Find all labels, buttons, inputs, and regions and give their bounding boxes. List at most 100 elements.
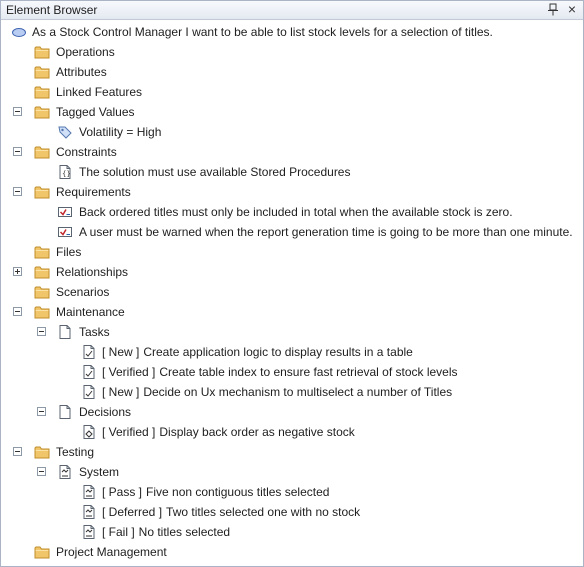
test-document-icon: [81, 504, 97, 520]
element-browser-panel: Element Browser × As a Stock Control Man…: [0, 0, 584, 567]
tree-item-linked-features[interactable]: Linked Features: [1, 82, 583, 102]
tree-item-operations[interactable]: Operations: [1, 42, 583, 62]
tree-item-label: [ Fail ] No titles selected: [102, 525, 230, 539]
status-tag: [ Fail ]: [102, 525, 135, 539]
collapse-toggle[interactable]: [37, 467, 46, 476]
tree-item-requirement[interactable]: Back ordered titles must only be include…: [1, 202, 583, 222]
tree-item-label: Volatility = High: [79, 125, 162, 139]
tree-item-constraint[interactable]: {} The solution must use available Store…: [1, 162, 583, 182]
collapse-toggle[interactable]: [13, 187, 22, 196]
close-icon[interactable]: ×: [568, 1, 576, 17]
expand-toggle[interactable]: [13, 267, 22, 276]
test-document-icon: [81, 484, 97, 500]
item-text: Two titles selected one with no stock: [166, 505, 361, 519]
tree-item-label: Linked Features: [56, 85, 143, 99]
tree-item-label: [ Pass ] Five non contiguous titles selec…: [102, 485, 329, 499]
test-document-icon: [81, 524, 97, 540]
tree-item-requirements[interactable]: Requirements: [1, 182, 583, 202]
tree-item-task[interactable]: [ Verified ] Create table index to ensure…: [1, 362, 583, 382]
tree-item-label: Back ordered titles must only be include…: [79, 205, 513, 219]
tree-item-relationships[interactable]: Relationships: [1, 262, 583, 282]
tree-item-label: Operations: [56, 45, 115, 59]
item-text: No titles selected: [138, 525, 231, 539]
task-icon: [81, 364, 97, 380]
tree-item-label: Relationships: [56, 265, 129, 279]
tag-icon: [58, 126, 72, 139]
tree-item-label: [ Deferred ] Two titles selected one with…: [102, 505, 360, 519]
tree-item-label: Tasks: [79, 325, 110, 339]
item-text: Display back order as negative stock: [159, 425, 355, 439]
task-icon: [81, 384, 97, 400]
collapse-toggle[interactable]: [37, 407, 46, 416]
tree-item-test[interactable]: [ Deferred ] Two titles selected one with…: [1, 502, 583, 522]
folder-icon: [34, 284, 50, 300]
tree-item-constraints[interactable]: Constraints: [1, 142, 583, 162]
item-text: Decide on Ux mechanism to multiselect a …: [143, 385, 453, 399]
tree-item-label: Maintenance: [56, 305, 125, 319]
tree-item-task[interactable]: [ New ] Decide on Ux mechanism to multise…: [1, 382, 583, 402]
tree-item-testing[interactable]: Testing: [1, 442, 583, 462]
panel-title: Element Browser: [6, 3, 98, 17]
collapse-toggle[interactable]: [13, 447, 22, 456]
element-tree: As a Stock Control Manager I want to be …: [1, 22, 583, 562]
tree-item-label: Requirements: [56, 185, 131, 199]
tree-item-attributes[interactable]: Attributes: [1, 62, 583, 82]
tree-item-label: A user must be warned when the report ge…: [79, 225, 573, 239]
tree-item-label: [ Verified ] Display back order as negati…: [102, 425, 355, 439]
item-text: Five non contiguous titles selected: [146, 485, 330, 499]
folder-icon: [34, 144, 50, 160]
tree-item-label: Scenarios: [56, 285, 110, 299]
tree-item-label: Files: [56, 245, 82, 259]
tree-item-label: The solution must use available Stored P…: [79, 165, 351, 179]
tree-item-label: [ New ] Create application logic to displ…: [102, 345, 413, 359]
tree-item-volatility[interactable]: Volatility = High: [1, 122, 583, 142]
task-icon: [81, 344, 97, 360]
tree-item-system[interactable]: System: [1, 462, 583, 482]
tree-item-decision[interactable]: [ Verified ] Display back order as negati…: [1, 422, 583, 442]
tree-item-label: Attributes: [56, 65, 107, 79]
tree-item-scenarios[interactable]: Scenarios: [1, 282, 583, 302]
tree-item-root[interactable]: As a Stock Control Manager I want to be …: [1, 22, 583, 42]
tree-item-tagged-values[interactable]: Tagged Values: [1, 102, 583, 122]
tree-item-files[interactable]: Files: [1, 242, 583, 262]
folder-icon: [34, 64, 50, 80]
tree-item-decisions[interactable]: Decisions: [1, 402, 583, 422]
status-tag: [ Verified ]: [102, 425, 156, 439]
page-icon: [57, 404, 73, 420]
status-tag: [ Deferred ]: [102, 505, 163, 519]
folder-icon: [34, 304, 50, 320]
collapse-toggle[interactable]: [13, 107, 22, 116]
pin-icon[interactable]: [547, 3, 559, 16]
folder-icon: [34, 44, 50, 60]
status-tag: [ New ]: [102, 345, 140, 359]
tree-item-test[interactable]: [ Fail ] No titles selected: [1, 522, 583, 542]
collapse-toggle[interactable]: [37, 327, 46, 336]
requirement-icon: [57, 204, 73, 220]
folder-icon: [34, 104, 50, 120]
tree-item-requirement[interactable]: A user must be warned when the report ge…: [1, 222, 583, 242]
tree-item-project-management[interactable]: Project Management: [1, 542, 583, 562]
status-tag: [ Verified ]: [102, 365, 156, 379]
folder-icon: [34, 544, 50, 560]
folder-icon: [34, 184, 50, 200]
tree-item-label: Testing: [56, 445, 95, 459]
folder-icon: [34, 264, 50, 280]
tree-item-task[interactable]: [ New ] Create application logic to displ…: [1, 342, 583, 362]
tree-item-label: System: [79, 465, 120, 479]
page-icon: [57, 324, 73, 340]
tree-item-label: Constraints: [56, 145, 117, 159]
folder-icon: [34, 244, 50, 260]
tree-item-maintenance[interactable]: Maintenance: [1, 302, 583, 322]
tree-item-test[interactable]: [ Pass ] Five non contiguous titles selec…: [1, 482, 583, 502]
status-tag: [ Pass ]: [102, 485, 143, 499]
svg-text:{}: {}: [62, 170, 71, 178]
tree-item-label: Project Management: [56, 545, 167, 559]
tree-item-label: Tagged Values: [56, 105, 135, 119]
folder-icon: [34, 444, 50, 460]
tree-item-label: [ Verified ] Create table index to ensure…: [102, 365, 458, 379]
collapse-toggle[interactable]: [13, 147, 22, 156]
tree-item-tasks[interactable]: Tasks: [1, 322, 583, 342]
tree-item-label: [ New ] Decide on Ux mechanism to multise…: [102, 385, 452, 399]
collapse-toggle[interactable]: [13, 307, 22, 316]
title-bar: Element Browser ×: [1, 1, 583, 20]
